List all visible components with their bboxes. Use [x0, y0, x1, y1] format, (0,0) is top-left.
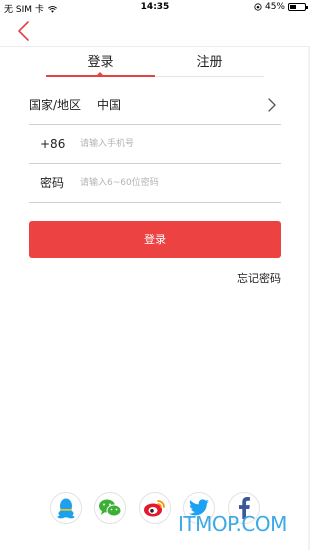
region-selector[interactable]: 国家/地区 中国	[29, 86, 281, 125]
tab-register[interactable]: 注册	[155, 50, 264, 76]
qq-icon	[57, 498, 75, 519]
chevron-right-icon	[268, 98, 276, 112]
wechat-login-button[interactable]	[94, 492, 126, 524]
password-row: 密码	[29, 164, 281, 203]
watermark: ITMOP.COM	[178, 512, 287, 536]
region-value: 中国	[97, 98, 122, 112]
nav-bar	[0, 16, 310, 46]
phone-prefix[interactable]: +86	[40, 125, 65, 163]
chevron-left-icon[interactable]	[14, 20, 34, 42]
battery-cap	[306, 6, 308, 9]
login-screen: 无 SIM 卡 14:35 45% 登录 注册 国家/地区 中国 +86 请输入…	[0, 0, 310, 550]
weibo-icon	[144, 500, 165, 517]
login-button[interactable]: 登录	[29, 221, 281, 258]
battery-icon	[288, 3, 308, 11]
status-bar: 无 SIM 卡 14:35 45%	[0, 0, 310, 16]
forgot-password-link[interactable]: 忘记密码	[237, 270, 281, 286]
weibo-login-button[interactable]	[139, 492, 171, 524]
region-label: 国家/地区	[29, 98, 82, 112]
phone-row: +86	[29, 125, 281, 164]
wechat-icon	[99, 499, 122, 517]
orientation-lock-icon	[254, 3, 262, 11]
phone-input[interactable]	[80, 135, 275, 153]
password-label: 密码	[40, 176, 65, 190]
battery-percent: 45%	[264, 2, 285, 12]
qq-login-button[interactable]	[50, 492, 82, 524]
auth-tabs: 登录 注册	[46, 50, 264, 78]
status-right: 45%	[254, 2, 308, 12]
right-edge	[308, 46, 310, 550]
battery-level	[290, 5, 297, 9]
nav-divider	[0, 46, 310, 47]
tab-pointer	[97, 72, 103, 75]
tab-active-indicator	[46, 75, 155, 77]
password-input[interactable]	[80, 174, 275, 192]
